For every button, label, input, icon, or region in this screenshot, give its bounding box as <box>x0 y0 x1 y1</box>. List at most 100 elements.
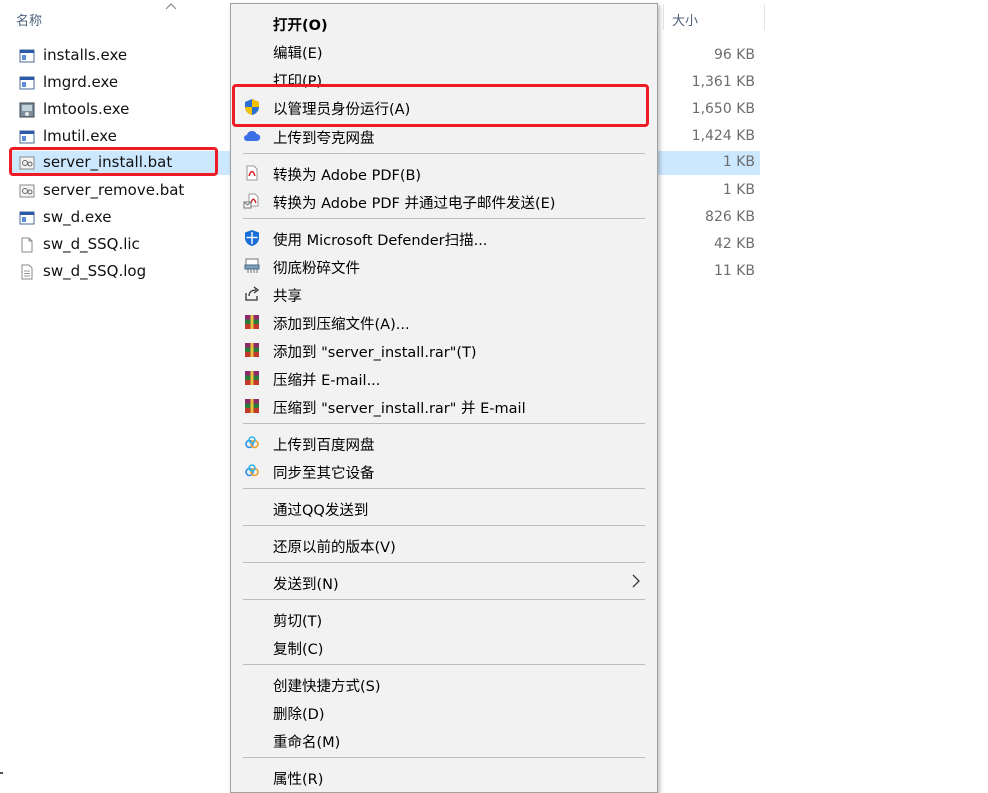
menu-label: 上传到百度网盘 <box>273 438 375 454</box>
file-size: 1,650 KB <box>691 101 755 117</box>
menu-label: 压缩到 "server_install.rar" 并 E-mail <box>273 401 526 417</box>
winrar-icon <box>243 341 261 359</box>
menu-item-sync-devices[interactable]: 同步至其它设备 <box>231 458 657 484</box>
menu-item-open[interactable]: 打开(O) <box>231 10 657 36</box>
menu-label: 还原以前的版本(V) <box>273 540 396 556</box>
file-name: lmtools.exe <box>43 100 130 118</box>
file-size: 1,361 KB <box>691 74 755 90</box>
menu-item-add-archive[interactable]: 添加到压缩文件(A)... <box>231 309 657 335</box>
tools-icon <box>19 102 35 118</box>
menu-label: 删除(D) <box>273 707 325 723</box>
menu-label: 剪切(T) <box>273 614 323 630</box>
menu-item-convert-pdf-email[interactable]: 转换为 Adobe PDF 并通过电子邮件发送(E) <box>231 188 657 214</box>
bat-icon <box>19 183 35 199</box>
document-icon <box>19 237 35 253</box>
menu-item-delete[interactable]: 删除(D) <box>231 699 657 725</box>
file-explorer: 名称 大小 installs.exe 96 KB lmgrd.exe 1,361… <box>0 0 988 793</box>
menu-separator <box>243 757 645 758</box>
menu-item-upload-baidu[interactable]: 上传到百度网盘 <box>231 430 657 456</box>
file-name: sw_d_SSQ.log <box>43 262 147 280</box>
file-size: 1,424 KB <box>691 128 755 144</box>
menu-label: 通过QQ发送到 <box>273 503 369 519</box>
menu-separator <box>243 153 645 154</box>
file-size: 11 KB <box>713 263 755 279</box>
menu-label: 彻底粉碎文件 <box>273 261 360 277</box>
menu-label: 创建快捷方式(S) <box>273 679 381 695</box>
file-name: installs.exe <box>43 46 128 64</box>
menu-label: 转换为 Adobe PDF(B) <box>273 168 422 184</box>
menu-item-restore-versions[interactable]: 还原以前的版本(V) <box>231 532 657 558</box>
exe-icon <box>19 210 35 226</box>
menu-item-convert-pdf[interactable]: 转换为 Adobe PDF(B) <box>231 160 657 186</box>
menu-separator <box>243 488 645 489</box>
menu-label: 重命名(M) <box>273 735 341 751</box>
exe-icon <box>19 75 35 91</box>
menu-item-create-shortcut[interactable]: 创建快捷方式(S) <box>231 671 657 697</box>
highlight-box-menu <box>232 84 649 127</box>
winrar-icon <box>243 369 261 387</box>
column-divider[interactable] <box>663 4 664 30</box>
menu-label: 转换为 Adobe PDF 并通过电子邮件发送(E) <box>273 196 556 212</box>
file-size: 1 KB <box>722 182 755 198</box>
menu-item-add-named-rar[interactable]: 添加到 "server_install.rar"(T) <box>231 337 657 363</box>
menu-label: 发送到(N) <box>273 577 339 593</box>
cloud-icon <box>243 127 261 145</box>
menu-item-defender-scan[interactable]: 使用 Microsoft Defender扫描... <box>231 225 657 251</box>
pdf-icon <box>243 164 261 182</box>
menu-label: 共享 <box>273 289 302 305</box>
file-size: 96 KB <box>713 47 755 63</box>
menu-separator <box>243 664 645 665</box>
menu-item-properties[interactable]: 属性(R) <box>231 764 657 790</box>
shredder-icon <box>243 257 261 275</box>
menu-separator <box>243 423 645 424</box>
exe-icon <box>19 129 35 145</box>
menu-label: 添加到 "server_install.rar"(T) <box>273 345 477 361</box>
menu-label: 复制(C) <box>273 642 324 658</box>
menu-item-compress-rar-email[interactable]: 压缩到 "server_install.rar" 并 E-mail <box>231 393 657 419</box>
menu-separator <box>243 562 645 563</box>
size-column-header[interactable]: 大小 <box>672 10 698 29</box>
winrar-icon <box>243 397 261 415</box>
menu-label: 压缩并 E-mail... <box>273 373 381 389</box>
menu-item-cut[interactable]: 剪切(T) <box>231 606 657 632</box>
menu-item-rename[interactable]: 重命名(M) <box>231 727 657 753</box>
text-file-icon <box>19 264 35 280</box>
menu-label: 属性(R) <box>273 772 324 788</box>
menu-label: 添加到压缩文件(A)... <box>273 317 410 333</box>
winrar-icon <box>243 313 261 331</box>
menu-item-send-to[interactable]: 发送到(N) <box>231 569 657 595</box>
menu-item-shred[interactable]: 彻底粉碎文件 <box>231 253 657 279</box>
sort-ascending-icon <box>164 0 178 14</box>
file-name: sw_d_SSQ.lic <box>43 235 140 253</box>
file-name: sw_d.exe <box>43 208 112 226</box>
chevron-right-icon <box>631 571 641 595</box>
menu-label: 上传到夸克网盘 <box>273 131 375 147</box>
menu-label: 打开(O) <box>273 18 328 34</box>
pdf-email-icon <box>243 192 261 210</box>
menu-item-copy[interactable]: 复制(C) <box>231 634 657 660</box>
menu-item-share[interactable]: 共享 <box>231 281 657 307</box>
column-divider[interactable] <box>764 4 765 30</box>
name-column-header[interactable]: 名称 <box>16 10 42 29</box>
file-name: server_remove.bat <box>43 181 185 199</box>
baidu-netdisk-icon <box>243 434 261 452</box>
menu-separator <box>243 525 645 526</box>
file-name: lmutil.exe <box>43 127 117 145</box>
menu-label: 使用 Microsoft Defender扫描... <box>273 233 488 249</box>
highlight-box-file <box>9 147 218 176</box>
menu-item-send-qq[interactable]: 通过QQ发送到 <box>231 495 657 521</box>
menu-separator <box>243 599 645 600</box>
menu-label: 同步至其它设备 <box>273 466 375 482</box>
menu-item-edit[interactable]: 编辑(E) <box>231 38 657 64</box>
baidu-netdisk-icon <box>243 462 261 480</box>
menu-label: 编辑(E) <box>273 46 323 62</box>
file-size: 1 KB <box>722 154 755 170</box>
file-size: 42 KB <box>713 236 755 252</box>
defender-shield-icon <box>243 229 261 247</box>
menu-separator <box>243 218 645 219</box>
share-icon <box>243 285 261 303</box>
menu-item-compress-email[interactable]: 压缩并 E-mail... <box>231 365 657 391</box>
file-name: lmgrd.exe <box>43 73 119 91</box>
file-size: 826 KB <box>705 209 755 225</box>
exe-icon <box>19 48 35 64</box>
